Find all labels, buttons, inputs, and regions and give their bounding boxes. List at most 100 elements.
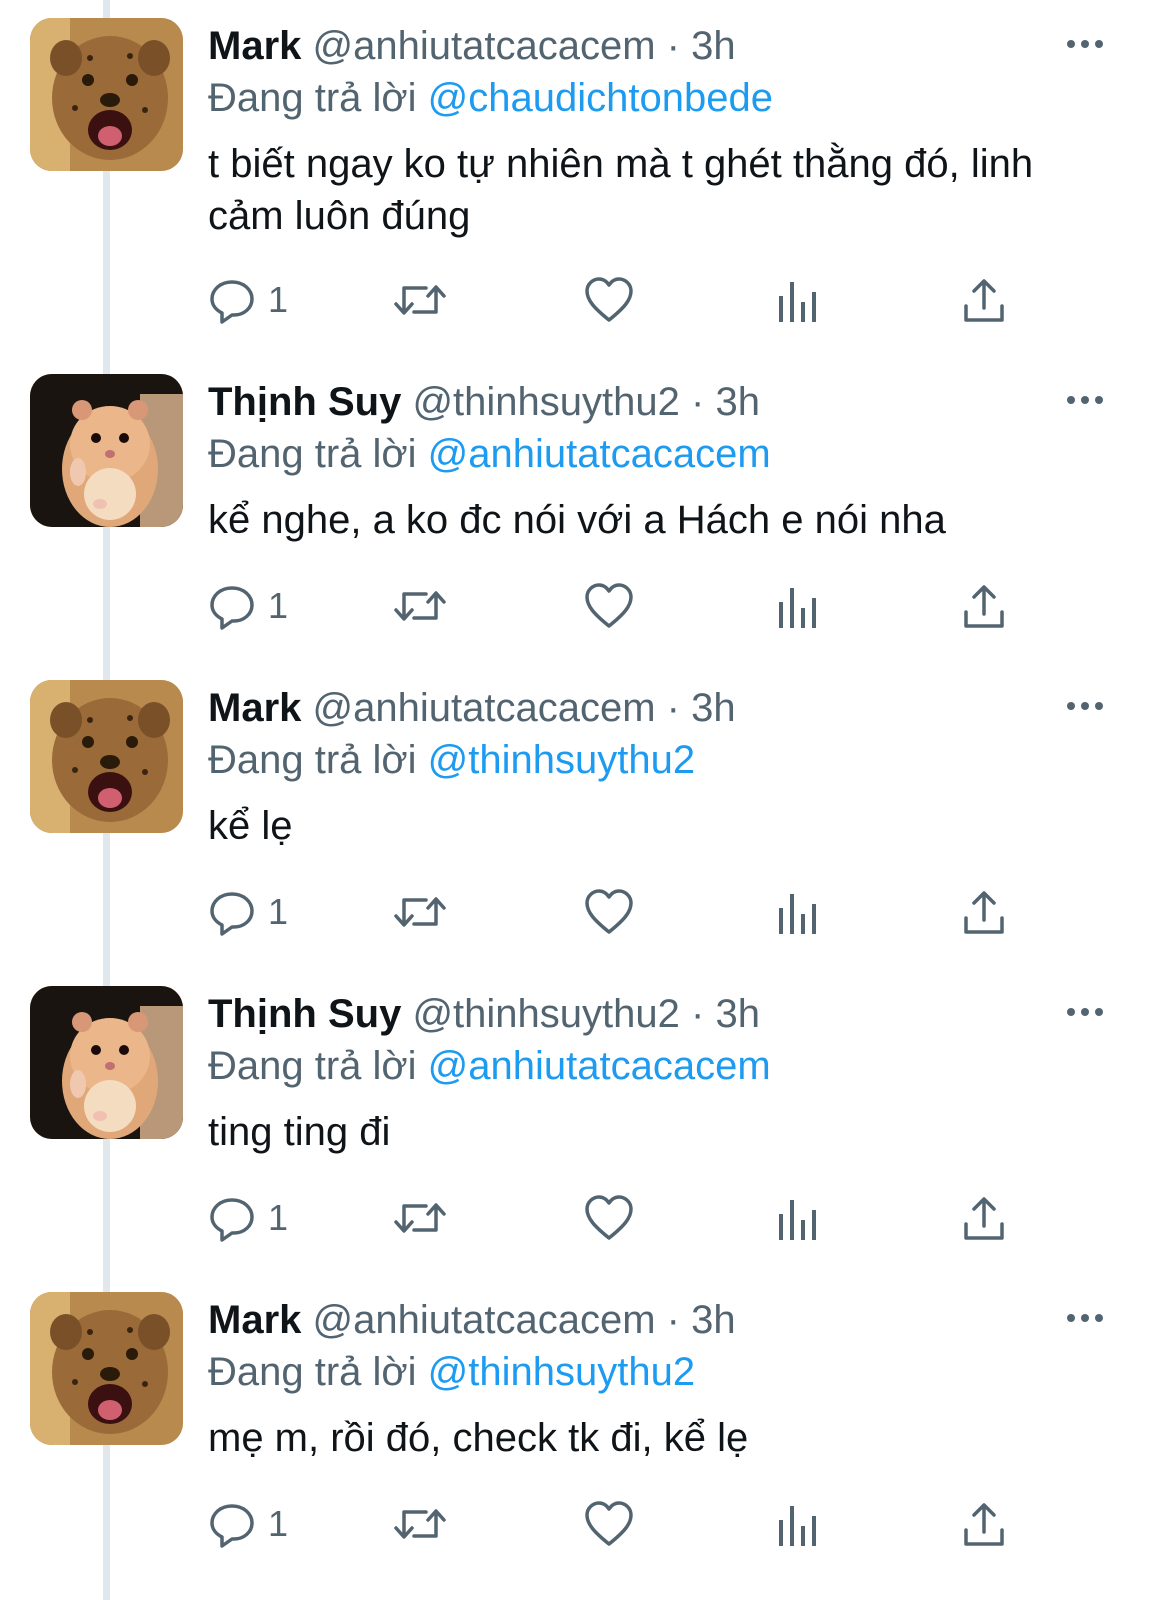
more-options-button[interactable] bbox=[1060, 20, 1110, 68]
share-icon bbox=[964, 891, 1004, 934]
avatar[interactable] bbox=[30, 374, 183, 527]
retweet-icon bbox=[394, 897, 446, 927]
tweet-text: mẹ m, rồi đó, check tk đi, kể lẹ bbox=[208, 1416, 749, 1460]
user-handle[interactable]: @thinhsuythu2 bbox=[412, 380, 679, 424]
reply-button[interactable]: 1 bbox=[208, 576, 288, 636]
replying-to-link[interactable]: @chaudichtonbede bbox=[428, 76, 773, 120]
tweet-text: ting ting đi bbox=[208, 1110, 391, 1154]
avatar[interactable] bbox=[30, 1292, 183, 1445]
tweet[interactable]: Thịnh Suy @thinhsuythu2 · 3h Đang trả lờ… bbox=[0, 356, 1170, 662]
analytics-button[interactable] bbox=[776, 1494, 820, 1554]
replying-to: Đang trả lời @anhiutatcacacem bbox=[208, 1042, 771, 1090]
reply-icon bbox=[210, 1504, 254, 1548]
reply-icon bbox=[210, 280, 254, 324]
avatar[interactable] bbox=[30, 986, 183, 1139]
user-handle[interactable]: @anhiutatcacacem bbox=[313, 1298, 656, 1342]
display-name[interactable]: Mark bbox=[208, 686, 301, 730]
more-options-button[interactable] bbox=[1060, 1294, 1110, 1342]
share-icon bbox=[964, 1197, 1004, 1240]
share-button[interactable] bbox=[962, 1188, 1006, 1248]
user-handle[interactable]: @thinhsuythu2 bbox=[412, 992, 679, 1036]
share-button[interactable] bbox=[962, 576, 1006, 636]
action-bar: 1 bbox=[200, 1188, 1050, 1248]
replying-to-link[interactable]: @anhiutatcacacem bbox=[428, 432, 771, 476]
tweet[interactable]: Mark @anhiutatcacacem · 3h Đang trả lời … bbox=[0, 662, 1170, 968]
retweet-icon bbox=[394, 285, 446, 315]
reply-button[interactable]: 1 bbox=[208, 1494, 288, 1554]
analytics-button[interactable] bbox=[776, 270, 820, 330]
action-bar: 1 bbox=[200, 882, 1050, 942]
user-handle[interactable]: @anhiutatcacacem bbox=[313, 24, 656, 68]
analytics-button[interactable] bbox=[776, 1188, 820, 1248]
analytics-icon bbox=[779, 1506, 816, 1546]
retweet-button[interactable] bbox=[392, 270, 448, 330]
tweet[interactable]: Mark @anhiutatcacacem · 3h Đang trả lời … bbox=[0, 1274, 1170, 1580]
replying-label: Đang trả lời bbox=[208, 1350, 417, 1394]
heart-icon bbox=[585, 1501, 633, 1546]
replying-to: Đang trả lời @anhiutatcacacem bbox=[208, 430, 771, 478]
retweet-button[interactable] bbox=[392, 882, 448, 942]
replying-to: Đang trả lời @chaudichtonbede bbox=[208, 74, 773, 122]
reply-count: 1 bbox=[268, 891, 289, 932]
display-name[interactable]: Thịnh Suy bbox=[208, 380, 401, 424]
reply-button[interactable]: 1 bbox=[208, 882, 288, 942]
like-button[interactable] bbox=[584, 1494, 634, 1554]
timestamp[interactable]: · 3h bbox=[691, 380, 760, 424]
avatar[interactable] bbox=[30, 680, 183, 833]
more-options-button[interactable] bbox=[1060, 682, 1110, 730]
analytics-icon bbox=[779, 894, 816, 934]
like-button[interactable] bbox=[584, 882, 634, 942]
user-handle[interactable]: @anhiutatcacacem bbox=[313, 686, 656, 730]
more-options-button[interactable] bbox=[1060, 988, 1110, 1036]
heart-icon bbox=[585, 277, 633, 322]
like-button[interactable] bbox=[584, 270, 634, 330]
like-button[interactable] bbox=[584, 1188, 634, 1248]
timestamp[interactable]: · 3h bbox=[667, 686, 736, 730]
timestamp[interactable]: · 3h bbox=[691, 992, 760, 1036]
avatar[interactable] bbox=[30, 18, 183, 171]
analytics-icon bbox=[779, 588, 816, 628]
retweet-icon bbox=[394, 1509, 446, 1539]
tweet-text: t biết ngay ko tự nhiên mà t ghét thằng … bbox=[208, 142, 1034, 238]
tweet-header: Thịnh Suy @thinhsuythu2 · 3h bbox=[208, 990, 760, 1038]
replying-to-link[interactable]: @thinhsuythu2 bbox=[428, 738, 695, 782]
replying-to-link[interactable]: @thinhsuythu2 bbox=[428, 1350, 695, 1394]
timestamp[interactable]: · 3h bbox=[667, 24, 736, 68]
heart-icon bbox=[585, 1195, 633, 1240]
retweet-icon bbox=[394, 591, 446, 621]
reply-icon bbox=[210, 892, 254, 936]
display-name[interactable]: Mark bbox=[208, 1298, 301, 1342]
analytics-button[interactable] bbox=[776, 576, 820, 636]
cheetah-avatar-icon bbox=[30, 1292, 183, 1445]
reply-icon bbox=[210, 586, 254, 630]
reply-count: 1 bbox=[268, 585, 289, 626]
cheetah-avatar-icon bbox=[30, 680, 183, 833]
share-icon bbox=[964, 585, 1004, 628]
replying-label: Đang trả lời bbox=[208, 432, 417, 476]
heart-icon bbox=[585, 583, 633, 628]
reply-button[interactable]: 1 bbox=[208, 1188, 288, 1248]
like-button[interactable] bbox=[584, 576, 634, 636]
tweet-header: Mark @anhiutatcacacem · 3h bbox=[208, 684, 736, 732]
share-button[interactable] bbox=[962, 1494, 1006, 1554]
retweet-button[interactable] bbox=[392, 576, 448, 636]
ellipsis-icon bbox=[1067, 702, 1103, 710]
timestamp[interactable]: · 3h bbox=[667, 1298, 736, 1342]
share-button[interactable] bbox=[962, 882, 1006, 942]
reply-count: 1 bbox=[268, 279, 289, 320]
analytics-button[interactable] bbox=[776, 882, 820, 942]
retweet-icon bbox=[394, 1203, 446, 1233]
hamster-avatar-icon bbox=[30, 374, 183, 527]
display-name[interactable]: Mark bbox=[208, 24, 301, 68]
reply-button[interactable]: 1 bbox=[208, 270, 288, 330]
share-button[interactable] bbox=[962, 270, 1006, 330]
retweet-button[interactable] bbox=[392, 1494, 448, 1554]
tweet-header: Mark @anhiutatcacacem · 3h bbox=[208, 1296, 736, 1344]
tweet[interactable]: Mark @anhiutatcacacem · 3h Đang trả lời … bbox=[0, 0, 1170, 324]
tweet[interactable]: Thịnh Suy @thinhsuythu2 · 3h Đang trả lờ… bbox=[0, 968, 1170, 1274]
tweet-header: Thịnh Suy @thinhsuythu2 · 3h bbox=[208, 378, 760, 426]
retweet-button[interactable] bbox=[392, 1188, 448, 1248]
display-name[interactable]: Thịnh Suy bbox=[208, 992, 401, 1036]
more-options-button[interactable] bbox=[1060, 376, 1110, 424]
replying-to-link[interactable]: @anhiutatcacacem bbox=[428, 1044, 771, 1088]
